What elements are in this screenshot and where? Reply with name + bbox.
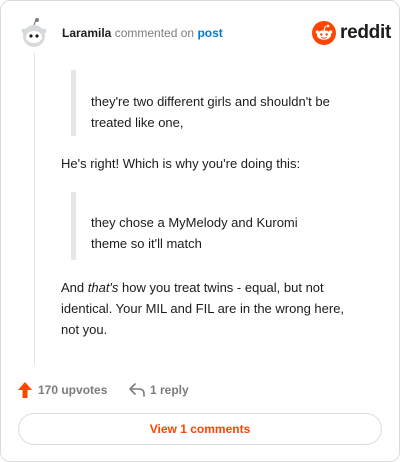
quote-2-line-2: theme so it'll match <box>91 236 202 251</box>
upvote-count: 170 upvotes <box>38 383 108 397</box>
quote-1-line-1: they're two different girls and shouldn'… <box>91 94 330 109</box>
post-link[interactable]: post <box>197 26 222 40</box>
quote-1-line-2: treated like one, <box>91 115 184 130</box>
thread-line[interactable] <box>34 53 35 365</box>
reddit-logo[interactable]: reddit <box>312 20 391 46</box>
username[interactable]: Laramila <box>62 26 111 40</box>
reply-count: 1 reply <box>150 383 189 397</box>
paragraph-2-text-after: how you treat twins - equal, but not <box>118 280 324 295</box>
reply-arrow-icon <box>129 383 145 397</box>
reddit-logo-text: reddit <box>340 22 391 43</box>
upvote-button[interactable]: 170 upvotes <box>18 381 107 399</box>
paragraph-2-line-1: And that's how you treat twins - equal, … <box>61 277 324 298</box>
paragraph-2-text-before: And <box>61 280 88 295</box>
comment-card: Laramila commented on post reddit they'r… <box>0 0 400 462</box>
view-comments-label: View 1 comments <box>149 422 251 436</box>
blockquote-2 <box>71 192 76 260</box>
commented-on-text: commented on <box>114 26 195 40</box>
paragraph-2-emphasis: that's <box>87 280 119 295</box>
comment-header: Laramila commented on post <box>62 26 223 40</box>
paragraph-2-line-3: not you. <box>61 322 108 337</box>
avatar[interactable] <box>19 17 49 49</box>
quote-2-line-1: they chose a MyMelody and Kuromi <box>91 215 298 230</box>
paragraph-2-line-2: identical. Your MIL and FIL are in the w… <box>61 301 345 316</box>
view-comments-button[interactable]: View 1 comments <box>18 413 382 445</box>
paragraph-1: He's right! Which is why you're doing th… <box>61 156 301 171</box>
upvote-arrow-icon <box>18 382 32 398</box>
reddit-logo-icon <box>312 21 336 45</box>
blockquote-1 <box>71 70 76 136</box>
reply-button[interactable]: 1 reply <box>129 381 189 399</box>
